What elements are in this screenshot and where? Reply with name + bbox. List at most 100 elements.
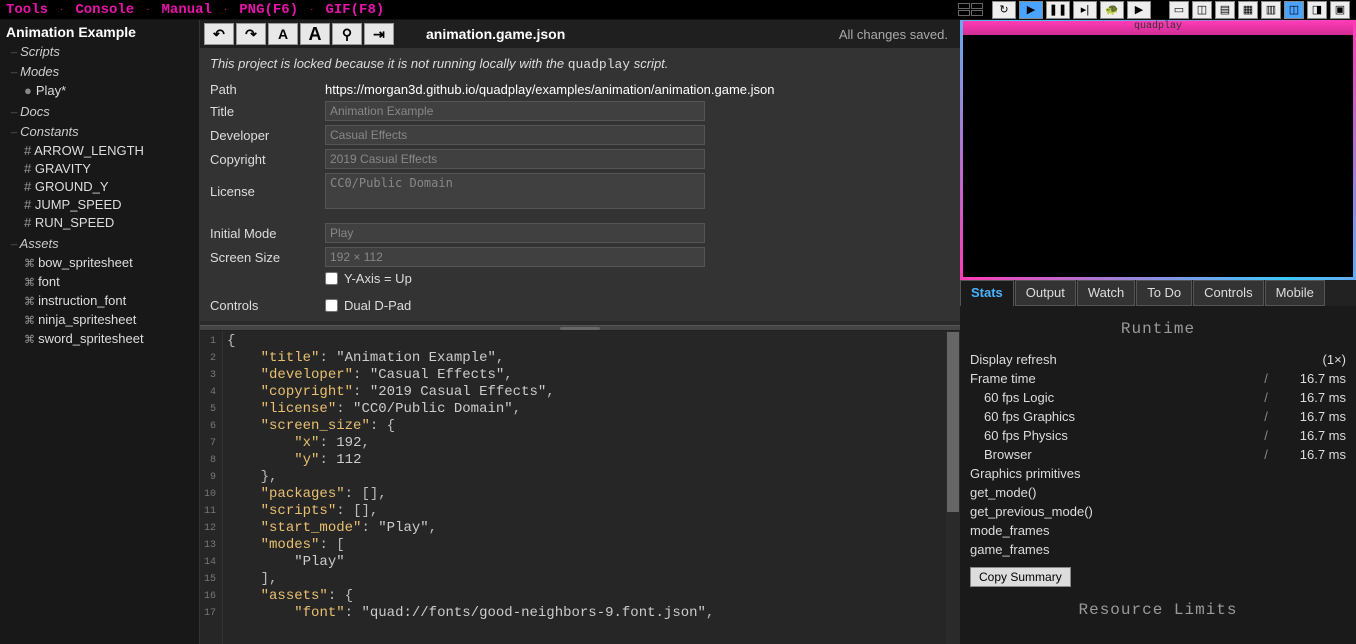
license-label: License: [210, 184, 325, 199]
path-value: https://morgan3d.github.io/quadplay/exam…: [325, 82, 775, 97]
runtime-heading: Runtime: [970, 320, 1346, 338]
sidebar: Animation Example Scripts Modes ●Play* Docs…: [0, 20, 200, 644]
stat-extra: mode_frames: [970, 521, 1346, 540]
title-input[interactable]: [325, 101, 705, 121]
undo-button[interactable]: ↶: [204, 23, 234, 45]
screensize-label: Screen Size: [210, 250, 325, 265]
top-menu: Tools·Console·Manual·PNG(F6)·GIF(F8): [6, 2, 384, 18]
stat-row: 60 fps Logic/16.7 ms: [970, 388, 1346, 407]
copy-summary-button[interactable]: Copy Summary: [970, 567, 1071, 587]
stat-extra: Graphics primitives: [970, 464, 1346, 483]
tab-output[interactable]: Output: [1015, 280, 1076, 306]
layout-2-button[interactable]: ◫: [1192, 1, 1212, 19]
asset-sword_spritesheet[interactable]: sword_spritesheet: [24, 330, 193, 349]
form-area: This project is locked because it is not…: [200, 48, 960, 321]
constant-jump_speed[interactable]: JUMP_SPEED: [24, 196, 193, 214]
menu-tools[interactable]: Tools: [6, 2, 48, 18]
indent-button[interactable]: ⇥: [364, 23, 394, 45]
stat-extra: get_previous_mode(): [970, 502, 1346, 521]
right-panel: quadplay StatsOutputWatchTo DoControlsMo…: [960, 20, 1356, 644]
filename: animation.game.json: [426, 26, 565, 42]
scrollbar[interactable]: [946, 331, 960, 644]
pause-button[interactable]: ❚❚: [1046, 1, 1070, 19]
asset-ninja_spritesheet[interactable]: ninja_spritesheet: [24, 311, 193, 330]
developer-input[interactable]: [325, 125, 705, 145]
title-label: Title: [210, 104, 325, 119]
screensize-input[interactable]: [325, 247, 705, 267]
section-scripts[interactable]: Scripts: [10, 44, 193, 60]
save-status: All changes saved.: [839, 27, 948, 42]
font-small-button[interactable]: A: [268, 23, 298, 45]
stat-extra: game_frames: [970, 540, 1346, 559]
stats-panel: Runtime Display refresh(1×) Frame time/1…: [960, 306, 1356, 644]
layout-4-button[interactable]: ▦: [1238, 1, 1258, 19]
path-label: Path: [210, 82, 325, 97]
stat-row: 60 fps Graphics/16.7 ms: [970, 407, 1346, 426]
font-large-button[interactable]: A: [300, 23, 330, 45]
constant-ground_y[interactable]: GROUND_Y: [24, 178, 193, 196]
dualdpad-checkbox[interactable]: [325, 299, 338, 312]
constant-run_speed[interactable]: RUN_SPEED: [24, 214, 193, 232]
slow-button[interactable]: 🐢: [1100, 1, 1124, 19]
asset-font[interactable]: font: [24, 273, 193, 292]
tab-controls[interactable]: Controls: [1193, 280, 1263, 306]
layout-1-button[interactable]: ▭: [1169, 1, 1189, 19]
menu-manual[interactable]: Manual: [162, 2, 212, 18]
center-panel: ↶↷AA⚲⇥ animation.game.json All changes s…: [200, 20, 960, 644]
toolbar-right: ↻ ▶ ❚❚ ▸| 🐢 ▶ ▭ ◫ ▤ ▦ ▥ ◫ ◨ ▣: [958, 1, 1350, 19]
section-assets[interactable]: Assets: [10, 236, 193, 252]
layout-6-button[interactable]: ◫: [1284, 1, 1304, 19]
yaxis-label: Y-Axis = Up: [344, 271, 412, 286]
stat-extra: get_mode(): [970, 483, 1346, 502]
yaxis-checkbox[interactable]: [325, 272, 338, 285]
search-button[interactable]: ⚲: [332, 23, 362, 45]
preview-brand: quadplay: [963, 21, 1353, 35]
copyright-label: Copyright: [210, 152, 325, 167]
refresh-label: Display refresh: [970, 350, 1276, 369]
section-docs[interactable]: Docs: [10, 104, 193, 120]
developer-label: Developer: [210, 128, 325, 143]
project-title: Animation Example: [6, 24, 193, 40]
top-bar: Tools·Console·Manual·PNG(F6)·GIF(F8) ↻ ▶…: [0, 0, 1356, 20]
tab-stats[interactable]: Stats: [960, 280, 1014, 306]
dualdpad-label: Dual D-Pad: [344, 298, 411, 313]
refresh-value: (1×): [1276, 350, 1346, 369]
section-constants[interactable]: Constants: [10, 124, 193, 140]
controls-label: Controls: [210, 298, 325, 313]
reload-button[interactable]: ↻: [992, 1, 1016, 19]
stat-row: Browser/16.7 ms: [970, 445, 1346, 464]
layout-grid-icon[interactable]: [958, 3, 983, 16]
constant-arrow_length[interactable]: ARROW_LENGTH: [24, 142, 193, 160]
stat-row: 60 fps Physics/16.7 ms: [970, 426, 1346, 445]
play-button[interactable]: ▶: [1019, 1, 1043, 19]
constant-gravity[interactable]: GRAVITY: [24, 160, 193, 178]
menu-console[interactable]: Console: [75, 2, 134, 18]
tab-watch[interactable]: Watch: [1077, 280, 1135, 306]
redo-button[interactable]: ↷: [236, 23, 266, 45]
right-tabs: StatsOutputWatchTo DoControlsMobile: [960, 280, 1356, 306]
asset-instruction_font[interactable]: instruction_font: [24, 292, 193, 311]
menu-giff8[interactable]: GIF(F8): [325, 2, 384, 18]
initmode-input[interactable]: [325, 223, 705, 243]
layout-8-button[interactable]: ▣: [1330, 1, 1350, 19]
editor-toolbar: ↶↷AA⚲⇥ animation.game.json All changes s…: [200, 20, 960, 48]
layout-3-button[interactable]: ▤: [1215, 1, 1235, 19]
code-editor[interactable]: 1234567891011121314151617 { "title": "An…: [200, 331, 960, 644]
asset-bow_spritesheet[interactable]: bow_spritesheet: [24, 254, 193, 273]
tab-mobile[interactable]: Mobile: [1265, 280, 1325, 306]
run-button[interactable]: ▶: [1127, 1, 1151, 19]
limits-heading: Resource Limits: [970, 601, 1346, 619]
mode-play[interactable]: ●Play*: [24, 82, 193, 100]
license-input[interactable]: CC0/Public Domain: [325, 173, 705, 209]
layout-7-button[interactable]: ◨: [1307, 1, 1327, 19]
stat-row: Frame time/16.7 ms: [970, 369, 1346, 388]
copyright-input[interactable]: [325, 149, 705, 169]
step-button[interactable]: ▸|: [1073, 1, 1097, 19]
initmode-label: Initial Mode: [210, 226, 325, 241]
game-preview: quadplay: [960, 20, 1356, 280]
section-modes[interactable]: Modes: [10, 64, 193, 80]
lock-message: This project is locked because it is not…: [210, 56, 950, 72]
layout-5-button[interactable]: ▥: [1261, 1, 1281, 19]
tab-to-do[interactable]: To Do: [1136, 280, 1192, 306]
menu-pngf6[interactable]: PNG(F6): [239, 2, 298, 18]
